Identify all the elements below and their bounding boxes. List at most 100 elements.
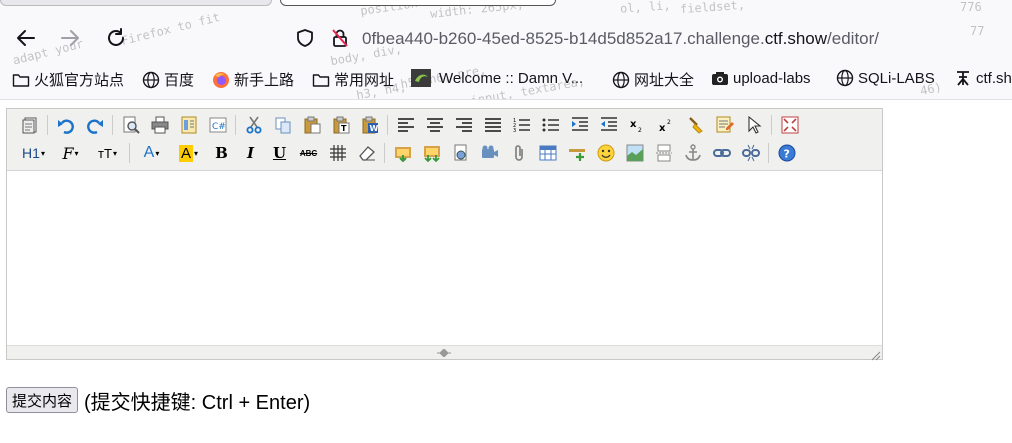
svg-text:?: ? xyxy=(783,148,789,161)
justify-center-icon[interactable] xyxy=(424,114,446,136)
bookmark-dvwa[interactable]: Welcome :: Damn V... xyxy=(411,69,583,87)
url-domain-prefix: 0fbea440-b260-45ed-8525-b14d5d852a17.cha… xyxy=(362,29,765,48)
italic-button[interactable]: I xyxy=(240,142,262,164)
bookmark-ctfshow[interactable]: ctf.sh xyxy=(954,69,1012,87)
template-icon[interactable] xyxy=(178,114,200,136)
source-icon[interactable] xyxy=(19,114,41,136)
reload-icon[interactable] xyxy=(104,26,128,50)
bookmark-label: upload-labs xyxy=(733,69,811,87)
back-arrow-icon[interactable] xyxy=(14,26,38,50)
editor-resize-bar[interactable] xyxy=(7,345,882,361)
copy-icon[interactable] xyxy=(272,114,294,136)
font-size-dropdown[interactable]: тT ▾ xyxy=(93,142,123,164)
paste-word-icon[interactable]: W xyxy=(359,114,381,136)
heading-dropdown[interactable]: H1 ▾ xyxy=(19,142,49,164)
editor-content-area[interactable] xyxy=(7,171,882,345)
flash-icon[interactable] xyxy=(450,142,472,164)
forecolor-label: A xyxy=(143,144,155,161)
justify-left-icon[interactable] xyxy=(395,114,417,136)
strike-label: ABC xyxy=(299,148,318,158)
corner-resize-icon[interactable] xyxy=(871,348,881,361)
bookmark-site-directory[interactable]: 网址大全 xyxy=(612,69,694,90)
media-icon[interactable] xyxy=(479,142,501,164)
font-size-label: тT xyxy=(98,145,112,161)
forward-arrow-icon[interactable] xyxy=(58,26,82,50)
strikethrough-button[interactable]: ABC xyxy=(298,142,320,164)
svg-text:x: x xyxy=(659,123,666,134)
bookmark-label: SQLi-LABS xyxy=(858,69,935,87)
unlink-icon[interactable] xyxy=(740,142,762,164)
svg-text:C#: C# xyxy=(212,122,226,132)
unordered-list-icon[interactable] xyxy=(540,114,562,136)
outdent-icon[interactable] xyxy=(598,114,620,136)
firefox-icon xyxy=(212,71,230,89)
page-break-icon[interactable] xyxy=(653,142,675,164)
font-family-dropdown[interactable]: F ▾ xyxy=(56,142,86,164)
insecure-lock-icon[interactable] xyxy=(328,26,352,50)
redo-icon[interactable] xyxy=(84,114,106,136)
insert-table-icon[interactable] xyxy=(537,142,559,164)
horizontal-rule-icon[interactable] xyxy=(566,142,588,164)
bookmark-firefox-official[interactable]: 火狐官方站点 xyxy=(12,69,124,90)
map-icon[interactable] xyxy=(624,142,646,164)
backcolor-button[interactable]: A ▾ xyxy=(174,142,204,164)
url-bar[interactable]: 0fbea440-b260-45ed-8525-b14d5d852a17.cha… xyxy=(290,18,1012,58)
bookmark-upload-labs[interactable]: upload-labs xyxy=(711,69,811,87)
tab-strip xyxy=(0,0,1012,8)
shield-icon[interactable] xyxy=(293,26,317,50)
help-icon[interactable]: ? xyxy=(776,142,798,164)
bookmark-label: ctf.sh xyxy=(976,69,1012,87)
justify-right-icon[interactable] xyxy=(453,114,475,136)
bookmark-label: 百度 xyxy=(164,72,195,89)
toolbar-row-2: H1 ▾ F ▾ тT ▾ A ▾ A ▾ B I U ABC ? xyxy=(15,140,801,166)
bold-button[interactable]: B xyxy=(211,142,233,164)
image-icon[interactable] xyxy=(392,142,414,164)
code-icon[interactable]: C# xyxy=(207,114,229,136)
superscript-icon[interactable]: x2 xyxy=(656,114,678,136)
multi-image-icon[interactable] xyxy=(421,142,443,164)
toolbar-separator xyxy=(768,143,769,163)
cut-icon[interactable] xyxy=(243,114,265,136)
ordered-list-icon[interactable]: 123 xyxy=(511,114,533,136)
tab-active[interactable] xyxy=(280,0,556,6)
paste-icon[interactable] xyxy=(301,114,323,136)
cursor-icon[interactable] xyxy=(743,114,765,136)
undo-icon[interactable] xyxy=(55,114,77,136)
tab-inactive[interactable] xyxy=(0,0,272,6)
emoticon-icon[interactable] xyxy=(595,142,617,164)
bookmarks-bar: 火狐官方站点 百度 新手上路 常用网址 Welcome :: Damn V...… xyxy=(0,66,1012,94)
toolbar-separator xyxy=(387,115,388,135)
underline-button[interactable]: U xyxy=(269,142,291,164)
print-icon[interactable] xyxy=(149,114,171,136)
indent-icon[interactable] xyxy=(569,114,591,136)
backcolor-label: A xyxy=(178,144,193,162)
clear-format-icon[interactable] xyxy=(685,114,707,136)
url-text[interactable]: 0fbea440-b260-45ed-8525-b14d5d852a17.cha… xyxy=(362,29,879,49)
bookmark-sqli-labs[interactable]: SQLi-LABS xyxy=(836,69,935,87)
svg-text:x: x xyxy=(630,119,637,130)
resize-grip-icon[interactable] xyxy=(435,348,453,358)
anchor-icon[interactable] xyxy=(682,142,704,164)
submit-button[interactable]: 提交内容 xyxy=(6,387,79,413)
fullscreen-icon[interactable] xyxy=(779,114,801,136)
rich-text-editor: C# T W 123 x2 x2 H1 ▾ F ▾ тT ▾ A ▾ A ▾ B… xyxy=(6,108,883,361)
select-all-icon[interactable] xyxy=(714,114,736,136)
eraser-icon[interactable] xyxy=(356,142,378,164)
bold-label: B xyxy=(215,144,228,162)
justify-full-icon[interactable] xyxy=(482,114,504,136)
link-icon[interactable] xyxy=(711,142,733,164)
table-grid-icon[interactable] xyxy=(327,142,349,164)
bookmark-common-sites[interactable]: 常用网址 xyxy=(312,69,394,90)
paste-text-icon[interactable]: T xyxy=(330,114,352,136)
attachment-icon[interactable] xyxy=(508,142,530,164)
preview-icon[interactable] xyxy=(120,114,142,136)
bookmark-baidu[interactable]: 百度 xyxy=(142,69,194,90)
forecolor-button[interactable]: A ▾ xyxy=(137,142,167,164)
toolbar-separator xyxy=(235,115,236,135)
chevron-down-icon: ▾ xyxy=(74,148,79,158)
heading-label: H1 xyxy=(22,145,40,161)
subscript-icon[interactable]: x2 xyxy=(627,114,649,136)
bookmark-getting-started[interactable]: 新手上路 xyxy=(212,69,294,90)
chevron-down-icon: ▾ xyxy=(194,148,199,158)
underline-label: U xyxy=(272,144,287,162)
